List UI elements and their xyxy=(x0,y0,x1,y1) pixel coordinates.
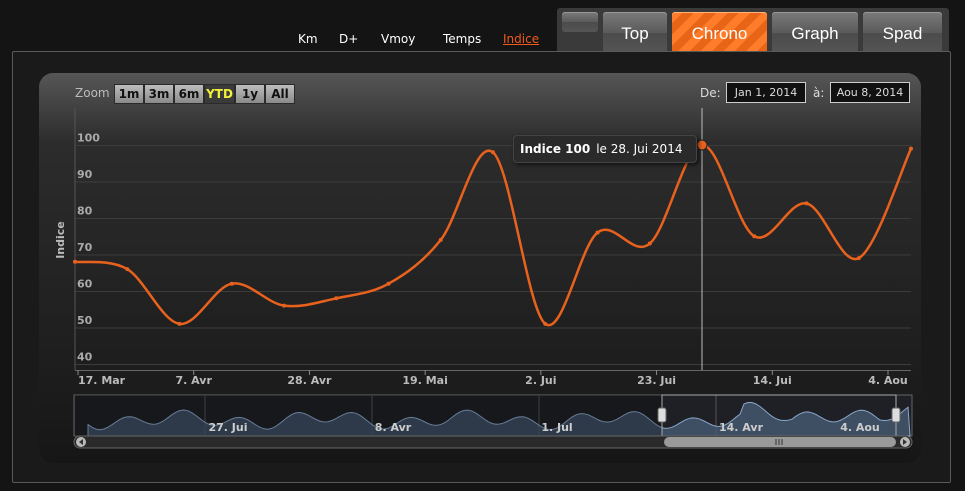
data-point[interactable] xyxy=(386,281,391,286)
navigator-label: 1. Jul xyxy=(541,421,572,434)
navigator-label: 27. Jui xyxy=(208,421,247,434)
highlighted-point[interactable] xyxy=(696,139,708,151)
tooltip-date: le 28. Jui 2014 xyxy=(596,142,683,156)
data-point[interactable] xyxy=(491,150,495,155)
chart-tooltip: Indice 100 le 28. Jui 2014 xyxy=(513,135,697,163)
x-tick-label: 19. Mai xyxy=(402,374,447,387)
data-point[interactable] xyxy=(125,267,130,272)
y-tick-label: 90 xyxy=(77,168,93,181)
navigator-label: 14. Avr xyxy=(719,421,764,434)
data-point[interactable] xyxy=(543,321,548,326)
y-tick-label: 100 xyxy=(77,132,100,145)
data-point[interactable] xyxy=(804,201,809,206)
indice-line-chart: 40 50 60 70 80 90 100 Indice 17. Mar 7. Avr 28. Av… xyxy=(54,108,913,449)
scrollbar-thumb[interactable] xyxy=(664,437,896,447)
x-tick-label: 14. Jui xyxy=(753,374,792,387)
data-point[interactable] xyxy=(438,237,443,242)
data-point[interactable] xyxy=(229,281,234,286)
navigator-mask xyxy=(75,395,662,436)
data-point[interactable] xyxy=(282,303,286,308)
data-point[interactable] xyxy=(177,321,182,326)
y-tick-label: 40 xyxy=(77,351,93,364)
data-point[interactable] xyxy=(856,256,861,261)
data-point[interactable] xyxy=(595,230,600,235)
x-tick-label: 2. Jui xyxy=(525,374,556,387)
navigator-handle[interactable] xyxy=(657,407,667,423)
tooltip-series: Indice 100 xyxy=(520,142,591,156)
x-tick-label: 23. Jui xyxy=(637,374,676,387)
y-tick-label: 70 xyxy=(77,241,93,254)
data-point[interactable] xyxy=(752,234,757,239)
x-tick-label: 7. Avr xyxy=(176,374,213,387)
indice-series-line xyxy=(74,143,913,327)
y-axis-label: Indice xyxy=(54,221,67,259)
navigator-label: 4. Aou xyxy=(840,421,880,434)
data-point[interactable] xyxy=(647,241,652,246)
y-tick-label: 50 xyxy=(77,314,93,327)
navigator-handle[interactable] xyxy=(891,407,901,423)
y-tick-label: 60 xyxy=(77,278,93,291)
data-point[interactable] xyxy=(73,259,77,264)
x-tick-label: 28. Avr xyxy=(287,374,332,387)
x-tick-label: 4. Aou xyxy=(868,374,908,387)
y-tick-label: 80 xyxy=(77,205,93,218)
data-point[interactable] xyxy=(334,296,339,301)
x-tick-label: 17. Mar xyxy=(78,374,126,387)
data-point[interactable] xyxy=(909,146,913,151)
navigator-label: 8. Avr xyxy=(375,421,412,434)
